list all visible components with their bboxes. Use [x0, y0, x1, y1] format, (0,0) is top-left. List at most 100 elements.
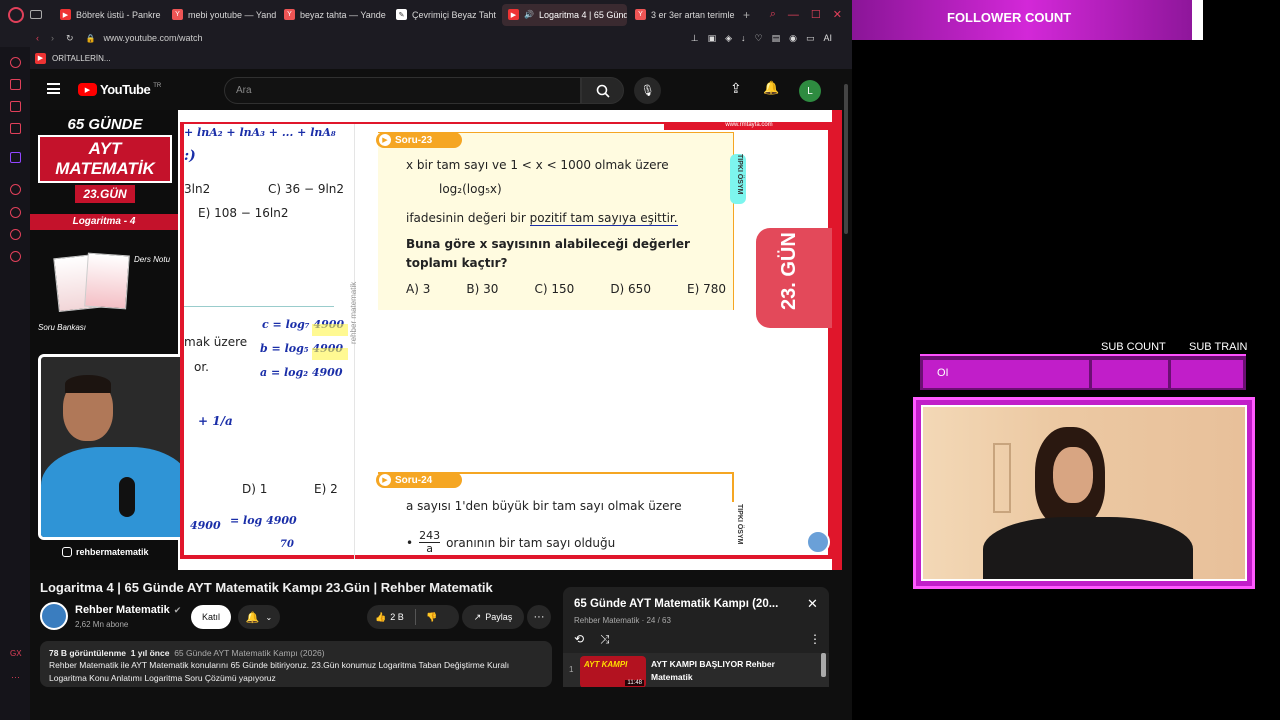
bookmark-item[interactable]: ORİTALLERİN... — [52, 54, 111, 63]
teacher-hair — [65, 375, 111, 393]
back-icon[interactable]: ‹ — [36, 33, 39, 43]
sidebar-history-icon[interactable] — [10, 207, 21, 218]
heart-icon[interactable]: ♡ — [755, 33, 763, 44]
video-player[interactable]: 65 GÜNDE AYT MATEMATİK 23.GÜN Logaritma … — [30, 110, 842, 570]
screen: ▶ Böbrek üstü - Pankre Ymebi youtube — Ya… — [0, 0, 1280, 720]
option-fragment: 3ln2 — [184, 182, 211, 196]
frame-edge — [832, 110, 842, 570]
tab-2[interactable]: Ymebi youtube — Yand — [166, 4, 276, 26]
playlist-scrollbar[interactable] — [821, 653, 826, 677]
minimize-icon[interactable]: — — [788, 9, 799, 21]
snapshot-icon[interactable]: ▣ — [708, 33, 717, 44]
browser-sidebar: GX ··· — [0, 47, 30, 720]
more-actions-button[interactable]: ··· — [527, 605, 551, 629]
tab-label: beyaz tahta — Yande — [300, 9, 386, 20]
pin-icon[interactable]: ⊥ — [691, 33, 699, 44]
subscriber-count: 2,62 Mn abone — [75, 620, 129, 629]
tab-3[interactable]: Ybeyaz tahta — Yande — [278, 4, 388, 26]
dislike-button[interactable]: 👎 — [416, 612, 437, 623]
reload-icon[interactable]: ↻ — [66, 33, 74, 44]
highlight-mark — [312, 348, 348, 360]
battery-icon[interactable]: ▭ — [806, 33, 815, 44]
sidebar-whatsapp-icon[interactable] — [10, 101, 21, 112]
sidebar-settings-icon[interactable] — [10, 251, 21, 262]
wallet-icon[interactable]: ▤ — [772, 33, 781, 44]
playlist-more-icon[interactable]: ⋮ — [809, 632, 821, 646]
playlist-title[interactable]: 65 Günde AYT Matematik Kampı (20... — [574, 598, 778, 610]
more-icon: ··· — [533, 611, 545, 623]
voice-search-button[interactable]: 🎙 — [634, 77, 661, 104]
tipki-osym-label: TIPKI ÖSYM — [736, 504, 743, 545]
follower-count-label: FOLLOWER COUNT — [947, 10, 1072, 25]
page-scrollbar[interactable] — [842, 80, 850, 680]
question-24-label-text: Soru-24 — [395, 474, 433, 486]
maximize-icon[interactable]: ☐ — [811, 8, 821, 21]
tipki-osym-label: TIPKI ÖSYM — [736, 154, 743, 195]
channel-name[interactable]: Rehber Matematik — [75, 604, 170, 616]
account-avatar[interactable]: L — [799, 80, 821, 102]
tab-overview-icon[interactable] — [30, 10, 42, 19]
sidebar-player-icon[interactable] — [10, 184, 21, 195]
question-24-text: oranının bir tam sayı olduğu — [446, 535, 616, 550]
channel-watermark-avatar[interactable] — [806, 530, 830, 554]
sidebar-extensions-icon[interactable] — [10, 229, 21, 240]
menu-icon[interactable] — [47, 83, 60, 94]
tab-active[interactable]: ▶ 🔊 Logaritma 4 | 65 Günd — [502, 3, 627, 26]
shield-icon[interactable]: ◈ — [725, 33, 732, 44]
tab-1[interactable]: ▶ Böbrek üstü - Pankre — [54, 4, 164, 26]
question-24-line2: • 243 a oranının bir tam sayı olduğu — [406, 529, 616, 555]
streamer-cam-frame — [913, 397, 1255, 589]
sidebar-more-icon[interactable]: ··· — [11, 672, 20, 682]
search-button[interactable] — [581, 77, 624, 104]
sidebar-gx-icon[interactable]: GX — [10, 649, 22, 658]
forward-icon[interactable]: › — [51, 33, 54, 43]
download-icon[interactable]: ↓ — [741, 33, 746, 44]
verified-icon: ✔ — [173, 604, 182, 615]
join-button[interactable]: Katıl — [191, 605, 231, 629]
scrollbar-thumb[interactable] — [844, 84, 848, 234]
like-button[interactable]: 👍 2 B — [367, 612, 415, 623]
audio-icon[interactable]: 🔊 — [524, 10, 534, 19]
tab-4[interactable]: ✎ Çevrimiçi Beyaz Taht — [390, 4, 500, 26]
notifications-bell-icon[interactable]: 🔔 — [763, 80, 779, 96]
yandex-favicon-icon: Y — [635, 9, 646, 20]
sidebar-instagram-icon[interactable] — [10, 123, 21, 134]
sidebar-twitch-icon[interactable] — [10, 152, 21, 163]
upload-icon[interactable]: ⇪ — [730, 80, 742, 97]
option-b: B) 30 — [466, 282, 499, 296]
bank-label: Soru Bankası — [38, 323, 87, 332]
playlist-tag[interactable]: 65 Günde AYT Matematik Kampı (2026) — [174, 648, 324, 658]
sidebar-home-icon[interactable] — [10, 57, 21, 68]
day-badge: 23. GÜN — [756, 228, 832, 328]
profile-icon[interactable]: ◉ — [789, 33, 797, 44]
shuffle-icon[interactable]: ⤨ — [600, 632, 610, 647]
tab-6[interactable]: Y 3 er 3er artan terimle — [629, 4, 739, 26]
site-url-text: www.rmtayfa.com — [664, 122, 834, 130]
url-field[interactable]: www.youtube.com/watch — [104, 33, 203, 43]
search-input[interactable]: Ara — [224, 77, 581, 104]
new-tab-icon[interactable]: + — [743, 8, 750, 22]
like-count: 2 B — [390, 612, 404, 622]
youtube-logo[interactable]: ▶ YouTube TR — [78, 82, 161, 97]
sub-bar-1: OI — [923, 360, 1089, 388]
divider — [184, 306, 334, 307]
sidebar-messenger-icon[interactable] — [10, 79, 21, 90]
share-button[interactable]: ↗ Paylaş — [462, 605, 524, 629]
search-tabs-icon[interactable]: ⌕ — [770, 8, 776, 21]
description-box[interactable]: 78 B görüntülenme 1 yıl önce 65 Günde AY… — [40, 641, 552, 687]
loop-icon[interactable]: ⟲ — [574, 632, 584, 646]
ai-icon[interactable]: AI — [823, 33, 832, 44]
close-playlist-icon[interactable]: ✕ — [807, 596, 818, 612]
close-icon[interactable]: ✕ — [833, 8, 842, 21]
opera-logo-icon[interactable] — [8, 6, 24, 23]
sub-train-label: SUB TRAIN — [1189, 341, 1248, 353]
teacher-webcam — [38, 354, 188, 540]
search-icon — [596, 84, 610, 98]
handwritten-paren: :) — [184, 148, 196, 164]
mic-icon: 🎙 — [640, 85, 655, 97]
course-title-line1: 65 GÜNDE — [67, 116, 143, 133]
bookmarks-bar: ▶ ORİTALLERİN... — [0, 47, 852, 69]
channel-avatar[interactable] — [40, 602, 68, 630]
playlist-item[interactable]: 1 AYT KAMPI 11:48 AYT KAMPI BAŞLIYOR Reh… — [563, 653, 829, 687]
notification-toggle[interactable]: 🔔 ⌄ — [238, 605, 280, 629]
